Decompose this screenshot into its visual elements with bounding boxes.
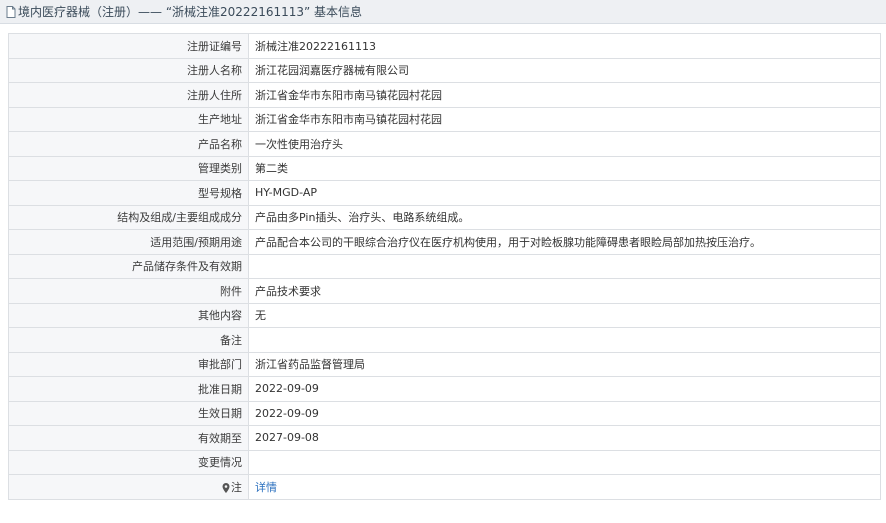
row-label: 注册人住所 [8,82,249,108]
note-label-cell: 注 [8,474,249,500]
table-row: 批准日期 2022-09-09 [8,376,881,402]
row-label: 有效期至 [8,425,249,451]
row-label: 变更情况 [8,449,249,475]
row-value: 无 [248,302,881,328]
page-title: 境内医疗器械（注册）—— “浙械注准20222161113” 基本信息 [18,5,363,19]
row-value: 浙江省金华市东阳市南马镇花园村花园 [248,82,881,108]
details-link[interactable]: 详情 [255,481,277,494]
row-value [248,449,881,475]
table-row: 生产地址 浙江省金华市东阳市南马镇花园村花园 [8,106,881,132]
row-value: 产品技术要求 [248,278,881,304]
row-label: 其他内容 [8,302,249,328]
table-row: 管理类别 第二类 [8,155,881,181]
row-value: 浙江花园润嘉医疗器械有限公司 [248,57,881,83]
row-label: 产品储存条件及有效期 [8,253,249,279]
row-label: 产品名称 [8,131,249,157]
row-value: 浙江省金华市东阳市南马镇花园村花园 [248,106,881,132]
table-row: 适用范围/预期用途 产品配合本公司的干眼综合治疗仪在医疗机构使用，用于对睑板腺功能… [8,229,881,255]
table-row: 备注 [8,327,881,353]
info-table: 注册证编号 浙械注准20222161113 注册人名称 浙江花园润嘉医疗器械有限公司注… [8,33,881,500]
row-label: 适用范围/预期用途 [8,229,249,255]
row-value [248,253,881,279]
row-value: 一次性使用治疗头 [248,131,881,157]
note-label: 注 [231,480,242,494]
row-value: 2022-09-09 [248,376,881,402]
pin-icon [222,482,230,493]
row-value [248,327,881,353]
row-label: 生效日期 [8,400,249,426]
page-header: 境内医疗器械（注册）—— “浙械注准20222161113” 基本信息 [0,0,886,24]
row-value: 2022-09-09 [248,400,881,426]
row-label: 型号规格 [8,180,249,206]
row-label: 批准日期 [8,376,249,402]
row-label: 注册证编号 [8,33,249,59]
table-row: 结构及组成/主要组成成分 产品由多Pin插头、治疗头、电路系统组成。 [8,204,881,230]
row-value: 产品由多Pin插头、治疗头、电路系统组成。 [248,204,881,230]
row-value: 产品配合本公司的干眼综合治疗仪在医疗机构使用，用于对睑板腺功能障碍患者眼睑局部加… [248,229,881,255]
table-row: 型号规格 HY-MGD-AP [8,180,881,206]
document-icon [6,5,16,18]
table-row: 审批部门 浙江省药品监督管理局 [8,351,881,377]
row-label: 附件 [8,278,249,304]
table-row: 注册人住所 浙江省金华市东阳市南马镇花园村花园 [8,82,881,108]
row-label: 生产地址 [8,106,249,132]
row-label: 审批部门 [8,351,249,377]
row-label: 结构及组成/主要组成成分 [8,204,249,230]
table-row: 产品名称 一次性使用治疗头 [8,131,881,157]
table-row: 有效期至 2027-09-08 [8,425,881,451]
row-value: 2027-09-08 [248,425,881,451]
table-row: 注册证编号 浙械注准20222161113 [8,33,881,59]
table-row: 附件 产品技术要求 [8,278,881,304]
row-label: 注册人名称 [8,57,249,83]
table-row: 变更情况 [8,449,881,475]
row-label: 管理类别 [8,155,249,181]
note-value: 详情 [248,474,881,500]
table-row: 其他内容无 [8,302,881,328]
table-row: 产品储存条件及有效期 [8,253,881,279]
table-row: 注册人名称 浙江花园润嘉医疗器械有限公司 [8,57,881,83]
note-row: 注详情 [8,474,881,500]
row-value: 浙江省药品监督管理局 [248,351,881,377]
row-value: 第二类 [248,155,881,181]
table-row: 生效日期 2022-09-09 [8,400,881,426]
row-value: 浙械注准20222161113 [248,33,881,59]
row-label: 备注 [8,327,249,353]
row-value: HY-MGD-AP [248,180,881,206]
